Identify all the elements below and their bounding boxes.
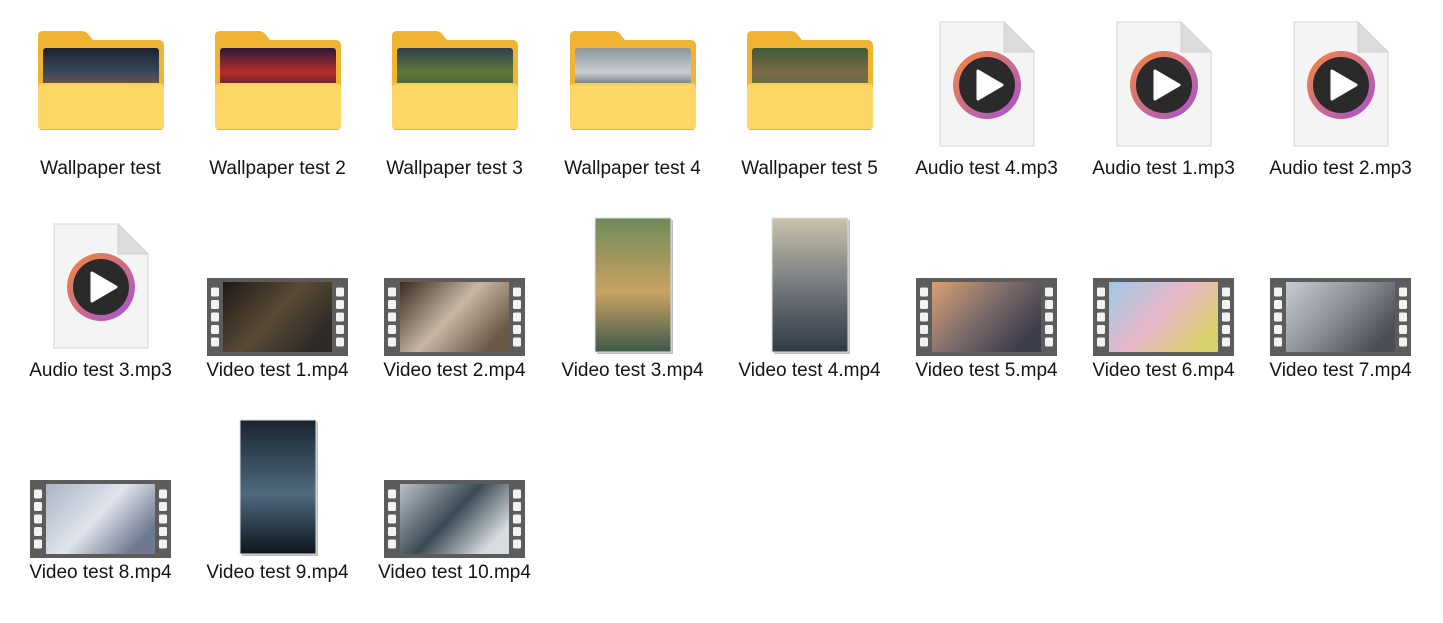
file-view: Wallpaper test Wallpaper test 2 Wallpaper … [12,14,1432,614]
file-name-label: Wallpaper test 4 [564,158,701,179]
video-file-icon [366,418,543,560]
folder-icon [12,14,189,156]
video-file-icon [1252,216,1429,358]
audio-file-icon [1075,14,1252,156]
video-file-icon [898,216,1075,358]
file-name-label: Video test 7.mp4 [1269,360,1412,381]
audio-item[interactable]: Audio test 1.mp3 [1075,14,1252,214]
video-item[interactable]: Video test 10.mp4 [366,418,543,618]
folder-icon [366,14,543,156]
audio-file-icon [1252,14,1429,156]
video-file-icon [1075,216,1252,358]
video-file-icon [189,216,366,358]
video-item[interactable]: Video test 2.mp4 [366,216,543,416]
file-name-label: Audio test 1.mp3 [1092,158,1235,179]
video-item[interactable]: Video test 1.mp4 [189,216,366,416]
folder-item[interactable]: Wallpaper test 2 [189,14,366,214]
file-name-label: Video test 5.mp4 [915,360,1058,381]
audio-item[interactable]: Audio test 4.mp3 [898,14,1075,214]
audio-item[interactable]: Audio test 2.mp3 [1252,14,1429,214]
video-item[interactable]: Video test 3.mp4 [544,216,721,416]
video-item[interactable]: Video test 6.mp4 [1075,216,1252,416]
folder-item[interactable]: Wallpaper test [12,14,189,214]
file-name-label: Video test 8.mp4 [29,562,172,583]
folder-icon [544,14,721,156]
video-file-icon [721,216,898,358]
video-item[interactable]: Video test 8.mp4 [12,418,189,618]
file-name-label: Wallpaper test [40,158,161,179]
folder-item[interactable]: Wallpaper test 4 [544,14,721,214]
video-file-icon [12,418,189,560]
video-item[interactable]: Video test 5.mp4 [898,216,1075,416]
folder-item[interactable]: Wallpaper test 3 [366,14,543,214]
video-file-icon [366,216,543,358]
audio-file-icon [12,216,189,358]
file-name-label: Video test 6.mp4 [1092,360,1235,381]
file-name-label: Video test 9.mp4 [206,562,349,583]
folder-icon [721,14,898,156]
file-name-label: Video test 2.mp4 [383,360,526,381]
folder-item[interactable]: Wallpaper test 5 [721,14,898,214]
audio-file-icon [898,14,1075,156]
file-name-label: Audio test 4.mp3 [915,158,1058,179]
file-name-label: Audio test 2.mp3 [1269,158,1412,179]
file-name-label: Wallpaper test 3 [386,158,523,179]
audio-item[interactable]: Audio test 3.mp3 [12,216,189,416]
video-item[interactable]: Video test 4.mp4 [721,216,898,416]
file-name-label: Video test 10.mp4 [378,562,531,583]
video-item[interactable]: Video test 7.mp4 [1252,216,1429,416]
video-item[interactable]: Video test 9.mp4 [189,418,366,618]
file-name-label: Video test 3.mp4 [561,360,704,381]
video-file-icon [189,418,366,560]
file-name-label: Video test 4.mp4 [738,360,881,381]
file-name-label: Wallpaper test 2 [209,158,346,179]
file-name-label: Audio test 3.mp3 [29,360,172,381]
folder-icon [189,14,366,156]
video-file-icon [544,216,721,358]
file-name-label: Video test 1.mp4 [206,360,349,381]
file-name-label: Wallpaper test 5 [741,158,878,179]
